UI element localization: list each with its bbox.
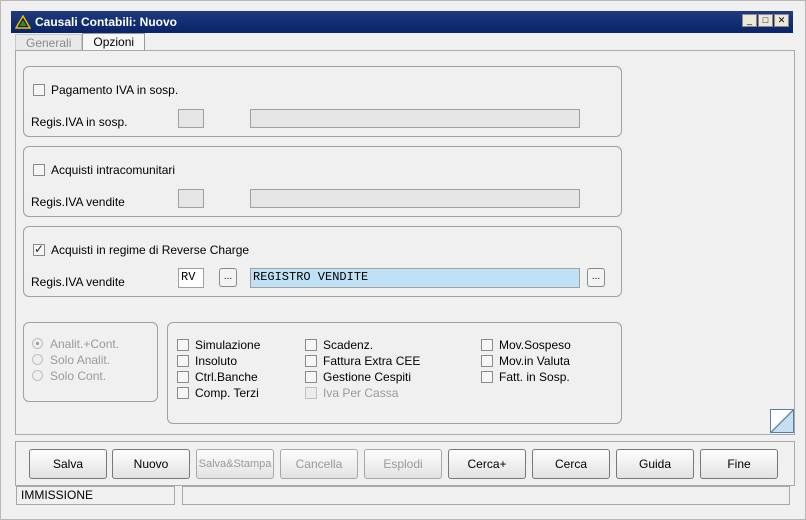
scadenz-checkbox[interactable] — [305, 339, 317, 351]
cerca-button[interactable]: Cerca — [532, 449, 610, 479]
regis-iva-sosp-code-field[interactable] — [178, 109, 204, 128]
intracom-description-field[interactable] — [250, 189, 580, 208]
minimize-button[interactable]: _ — [742, 14, 757, 27]
pagamento-iva-sosp-label: Pagamento IVA in sosp. — [51, 83, 179, 97]
options-panel: Pagamento IVA in sosp. Regis.IVA in sosp… — [15, 50, 795, 435]
acquisti-intracomunitari-checkbox[interactable] — [33, 164, 45, 176]
mov-in-valuta-checkbox[interactable] — [481, 355, 493, 367]
gestione-cespiti-label: Gestione Cespiti — [323, 370, 412, 384]
reverse-charge-checkbox[interactable] — [33, 242, 45, 256]
analitica-radio-group: Analit.+Cont. Solo Analit. Solo Cont. — [23, 322, 158, 402]
title-bar[interactable]: Causali Contabili: Nuovo _ □ ✕ — [11, 11, 793, 33]
acquisti-intracomunitari-label: Acquisti intracomunitari — [51, 163, 176, 177]
gestione-cespiti-checkbox[interactable] — [305, 371, 317, 383]
tab-opzioni[interactable]: Opzioni — [82, 33, 146, 51]
fattura-extra-cee-label: Fattura Extra CEE — [323, 354, 421, 368]
nuovo-button[interactable]: Nuovo — [112, 449, 190, 479]
reverse-charge-group: Acquisti in regime di Reverse Charge Reg… — [23, 226, 622, 297]
radio-analit-cont-label: Analit.+Cont. — [50, 337, 120, 351]
esplodi-button[interactable]: Esplodi — [364, 449, 442, 479]
regis-iva-sosp-label: Regis.IVA in sosp. — [31, 115, 128, 129]
description-lookup-button[interactable]: ... — [587, 268, 605, 287]
reverse-regis-iva-label: Regis.IVA vendite — [31, 275, 125, 289]
radio-solo-analit-label: Solo Analit. — [50, 353, 111, 367]
status-message — [182, 486, 790, 505]
button-bar: Salva Nuovo Salva&Stampa Cancella Esplod… — [15, 441, 795, 486]
comp-terzi-label: Comp. Terzi — [195, 386, 259, 400]
resize-corner-icon[interactable] — [770, 409, 794, 433]
iva-per-cassa-checkbox[interactable] — [305, 387, 317, 399]
radio-analit-cont[interactable] — [32, 338, 43, 349]
maximize-button[interactable]: □ — [758, 14, 773, 27]
insoluto-label: Insoluto — [195, 354, 238, 368]
fatt-in-sosp-checkbox[interactable] — [481, 371, 493, 383]
mov-in-valuta-label: Mov.in Valuta — [499, 354, 570, 368]
radio-solo-cont-label: Solo Cont. — [50, 369, 107, 383]
simulazione-checkbox[interactable] — [177, 339, 189, 351]
app-triangle-icon — [15, 15, 31, 29]
intracom-code-field[interactable] — [178, 189, 204, 208]
tab-generali[interactable]: Generali — [15, 34, 83, 51]
fine-button[interactable]: Fine — [700, 449, 778, 479]
fatt-in-sosp-label: Fatt. in Sosp. — [499, 370, 570, 384]
close-button[interactable]: ✕ — [774, 14, 789, 27]
application-window: Causali Contabili: Nuovo _ □ ✕ Generali … — [0, 0, 806, 520]
mov-sospeso-checkbox[interactable] — [481, 339, 493, 351]
comp-terzi-checkbox[interactable] — [177, 387, 189, 399]
code-lookup-button[interactable]: ... — [219, 268, 237, 287]
radio-solo-cont[interactable] — [32, 370, 43, 381]
radio-solo-analit[interactable] — [32, 354, 43, 365]
fattura-extra-cee-checkbox[interactable] — [305, 355, 317, 367]
regis-iva-sosp-description-field[interactable] — [250, 109, 580, 128]
guida-button[interactable]: Guida — [616, 449, 694, 479]
salva-button[interactable]: Salva — [29, 449, 107, 479]
iva-per-cassa-label: Iva Per Cassa — [323, 386, 399, 400]
iva-sospensione-group: Pagamento IVA in sosp. Regis.IVA in sosp… — [23, 66, 622, 137]
window-title: Causali Contabili: Nuovo — [35, 15, 178, 29]
reverse-charge-label: Acquisti in regime di Reverse Charge — [51, 243, 250, 257]
ctrl-banche-checkbox[interactable] — [177, 371, 189, 383]
tab-strip: Generali Opzioni — [15, 33, 146, 51]
cerca-plus-button[interactable]: Cerca+ — [448, 449, 526, 479]
reverse-code-field[interactable]: RV — [178, 268, 204, 288]
status-mode: IMMISSIONE — [16, 486, 175, 505]
simulazione-label: Simulazione — [195, 338, 261, 352]
intracomunitari-group: Acquisti intracomunitari Regis.IVA vendi… — [23, 146, 622, 217]
reverse-description-field[interactable]: REGISTRO VENDITE — [250, 268, 580, 288]
scadenz-label: Scadenz. — [323, 338, 374, 352]
insoluto-checkbox[interactable] — [177, 355, 189, 367]
regis-iva-vendite-label: Regis.IVA vendite — [31, 195, 125, 209]
pagamento-iva-sosp-checkbox[interactable] — [33, 84, 45, 96]
cancella-button[interactable]: Cancella — [280, 449, 358, 479]
options-checkbox-group: Simulazione Insoluto Ctrl.Banche Comp. T… — [167, 322, 622, 424]
ctrl-banche-label: Ctrl.Banche — [195, 370, 258, 384]
mov-sospeso-label: Mov.Sospeso — [499, 338, 571, 352]
salva-stampa-button[interactable]: Salva&Stampa — [196, 449, 274, 479]
